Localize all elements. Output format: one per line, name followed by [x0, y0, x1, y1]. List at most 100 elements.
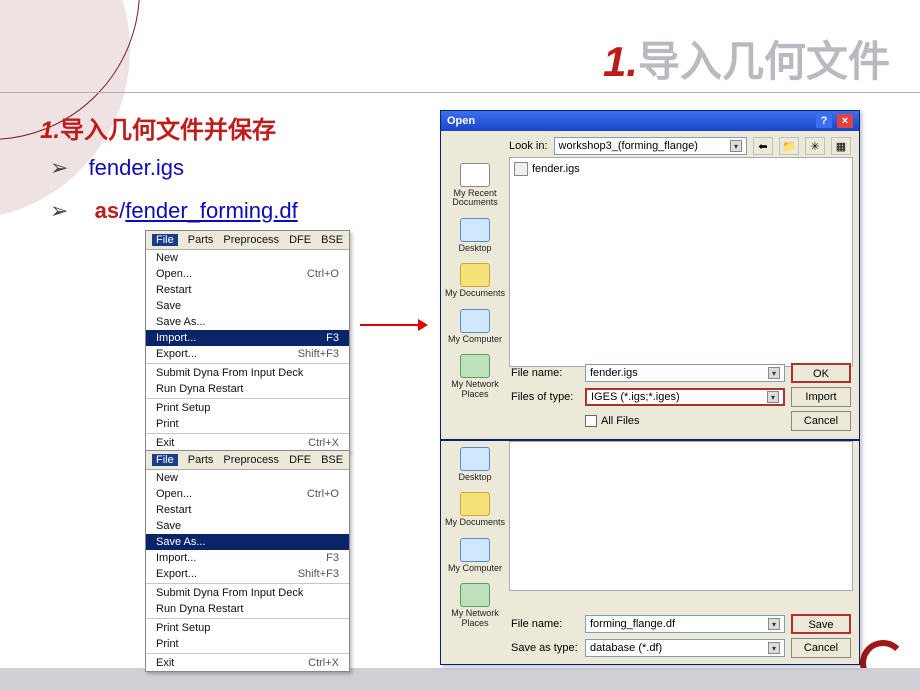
- place-recent[interactable]: My Recent Documents: [444, 163, 506, 208]
- menu-item-open[interactable]: Open...Ctrl+O: [146, 486, 349, 502]
- slide-title-text: 导入几何文件: [638, 38, 890, 85]
- filename-field[interactable]: fender.igs ▾: [585, 364, 785, 382]
- allfiles-checkbox[interactable]: All Files: [585, 415, 785, 427]
- menu-item-run-dyna[interactable]: Run Dyna Restart: [146, 601, 349, 617]
- menu-item-print[interactable]: Print: [146, 416, 349, 432]
- subtitle-number: 1.: [40, 117, 60, 144]
- menu-parts[interactable]: Parts: [188, 234, 214, 246]
- close-button[interactable]: ×: [837, 114, 853, 128]
- slide-title: 1.导入几何文件: [603, 28, 890, 89]
- dialog-titlebar: Open ? ×: [441, 111, 859, 131]
- file-icon: [514, 162, 528, 176]
- file-list[interactable]: fender.igs: [509, 157, 853, 367]
- menu-parts[interactable]: Parts: [188, 454, 214, 466]
- divider-line: [0, 92, 920, 93]
- filename-label: File name:: [511, 367, 579, 379]
- lookin-label: Look in:: [509, 140, 548, 152]
- menu-item-export[interactable]: Export...Shift+F3: [146, 346, 349, 362]
- menu-dfe[interactable]: DFE: [289, 454, 311, 466]
- menu-preprocess[interactable]: Preprocess: [223, 234, 279, 246]
- footer-band: [0, 668, 920, 690]
- place-network[interactable]: My Network Places: [444, 354, 506, 399]
- place-desktop[interactable]: Desktop: [444, 447, 506, 482]
- menu-item-save-as[interactable]: Save As...: [146, 314, 349, 330]
- menu-bse[interactable]: BSE: [321, 454, 343, 466]
- savetype-field[interactable]: database (*.df) ▾: [585, 639, 785, 657]
- filename-value: forming_flange.df: [590, 618, 675, 630]
- place-documents[interactable]: My Documents: [444, 263, 506, 298]
- menu-dfe[interactable]: DFE: [289, 234, 311, 246]
- file-item-name: fender.igs: [532, 163, 580, 175]
- menu-item-print-setup[interactable]: Print Setup: [146, 400, 349, 416]
- import-button[interactable]: Import: [791, 387, 851, 407]
- cancel-button[interactable]: Cancel: [791, 638, 851, 658]
- slide-title-number: 1.: [603, 38, 638, 85]
- place-documents[interactable]: My Documents: [444, 492, 506, 527]
- menu-bar: File Parts Preprocess DFE BSE: [146, 231, 349, 250]
- up-folder-button[interactable]: 📁: [779, 137, 799, 155]
- menu-item-exit[interactable]: ExitCtrl+X: [146, 435, 349, 451]
- menu-item-import[interactable]: Import...F3: [146, 330, 349, 346]
- chevron-down-icon: ▾: [730, 140, 742, 152]
- menu-bse[interactable]: BSE: [321, 234, 343, 246]
- back-button[interactable]: ⬅: [753, 137, 773, 155]
- place-computer[interactable]: My Computer: [444, 309, 506, 344]
- bullet-2: ➢ as/fender_forming.df: [50, 198, 298, 224]
- place-computer[interactable]: My Computer: [444, 538, 506, 573]
- view-menu-button[interactable]: ▦: [831, 137, 851, 155]
- lookin-row: Look in: workshop3_(forming_flange) ▾ ⬅ …: [441, 131, 859, 157]
- menu-item-save[interactable]: Save: [146, 518, 349, 534]
- places-sidebar: Desktop My Documents My Computer My Netw…: [441, 441, 509, 601]
- arrow-right: [360, 320, 430, 330]
- filetype-field[interactable]: IGES (*.igs;*.iges) ▾: [585, 388, 785, 406]
- menu-item-import[interactable]: Import...F3: [146, 550, 349, 566]
- bullet-marker: ➢: [50, 155, 68, 180]
- menu-separator: [146, 618, 349, 619]
- menu-item-print[interactable]: Print: [146, 636, 349, 652]
- menu-item-submit-dyna[interactable]: Submit Dyna From Input Deck: [146, 585, 349, 601]
- menu-item-new[interactable]: New: [146, 250, 349, 266]
- menu-item-new[interactable]: New: [146, 470, 349, 486]
- file-menu-list: New Open...Ctrl+O Restart Save Save As..…: [146, 250, 349, 451]
- lookin-combo[interactable]: workshop3_(forming_flange) ▾: [554, 137, 747, 155]
- menu-item-save-as[interactable]: Save As...: [146, 534, 349, 550]
- bullet-2-strong: as: [95, 198, 119, 223]
- save-button[interactable]: Save: [791, 614, 851, 634]
- savetype-value: database (*.df): [590, 642, 662, 654]
- open-dialog: Open ? × Look in: workshop3_(forming_fla…: [440, 110, 860, 440]
- lookin-value: workshop3_(forming_flange): [559, 140, 698, 152]
- menu-item-save[interactable]: Save: [146, 298, 349, 314]
- chevron-down-icon: ▾: [768, 367, 780, 379]
- menu-item-exit[interactable]: ExitCtrl+X: [146, 655, 349, 671]
- menu-item-export[interactable]: Export...Shift+F3: [146, 566, 349, 582]
- savetype-label: Save as type:: [511, 642, 579, 654]
- subtitle-text: 导入几何文件并保存: [60, 117, 276, 144]
- dialog-title: Open: [447, 115, 475, 127]
- file-item[interactable]: fender.igs: [514, 162, 848, 176]
- place-desktop[interactable]: Desktop: [444, 218, 506, 253]
- filename-field[interactable]: forming_flange.df ▾: [585, 615, 785, 633]
- place-network[interactable]: My Network Places: [444, 583, 506, 628]
- file-menu-saveas: File Parts Preprocess DFE BSE New Open..…: [145, 450, 350, 672]
- menu-item-submit-dyna[interactable]: Submit Dyna From Input Deck: [146, 365, 349, 381]
- menu-item-run-dyna[interactable]: Run Dyna Restart: [146, 381, 349, 397]
- chevron-down-icon: ▾: [768, 618, 780, 630]
- file-list[interactable]: [509, 441, 853, 591]
- new-folder-button[interactable]: ✳: [805, 137, 825, 155]
- filetype-label: Files of type:: [511, 391, 579, 403]
- bullet-2-text: fender_forming.df: [125, 198, 297, 223]
- menu-preprocess[interactable]: Preprocess: [223, 454, 279, 466]
- ok-button[interactable]: OK: [791, 363, 851, 383]
- menu-item-open[interactable]: Open...Ctrl+O: [146, 266, 349, 282]
- menu-item-restart[interactable]: Restart: [146, 502, 349, 518]
- filetype-value: IGES (*.igs;*.iges): [591, 391, 680, 403]
- menu-separator: [146, 433, 349, 434]
- bullet-marker: ➢: [50, 198, 68, 223]
- chevron-down-icon: ▾: [767, 391, 779, 403]
- cancel-button[interactable]: Cancel: [791, 411, 851, 431]
- menu-item-restart[interactable]: Restart: [146, 282, 349, 298]
- menu-item-print-setup[interactable]: Print Setup: [146, 620, 349, 636]
- menu-file[interactable]: File: [152, 454, 178, 466]
- help-button[interactable]: ?: [816, 114, 832, 128]
- menu-file[interactable]: File: [152, 234, 178, 246]
